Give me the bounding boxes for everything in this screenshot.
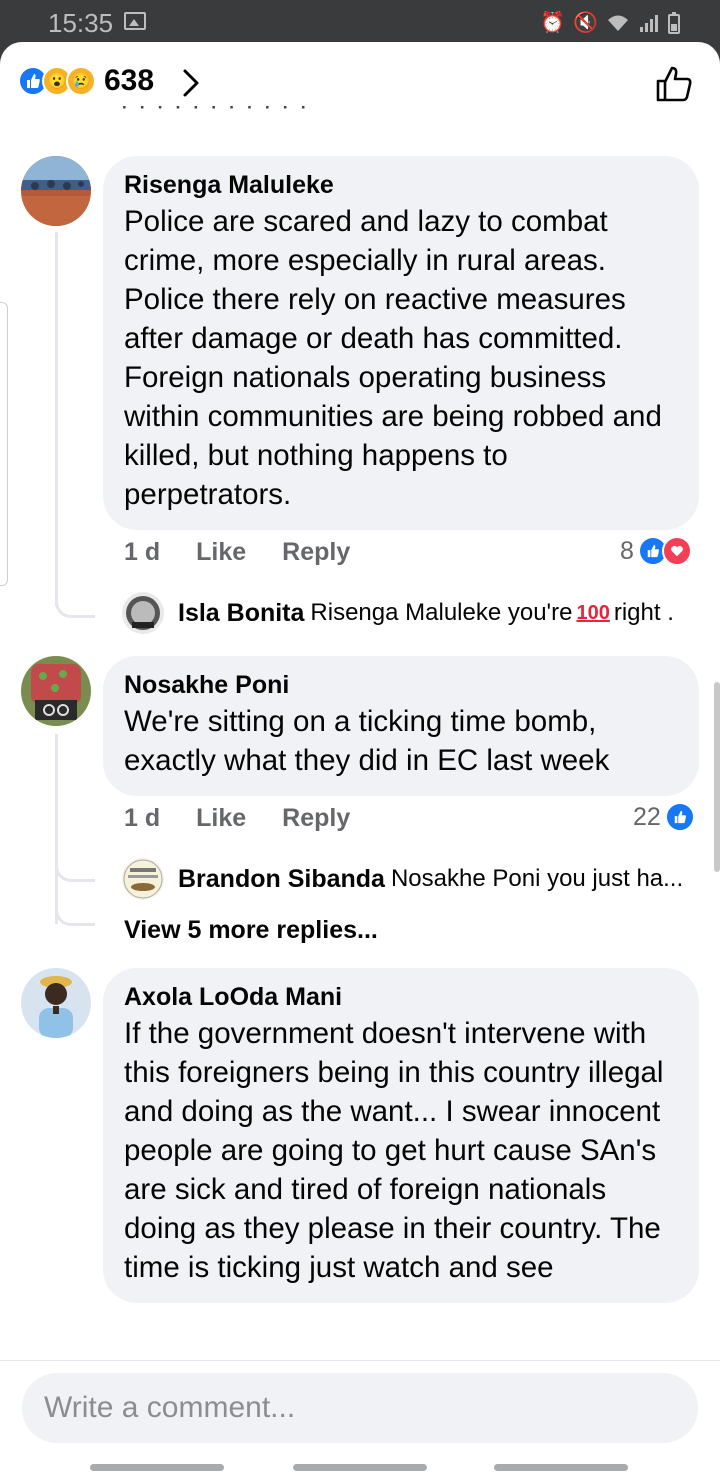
view-more-replies-link[interactable]: View 5 more replies... <box>124 916 378 945</box>
wifi-icon <box>608 15 628 31</box>
comment-text: Police are scared and lazy to combat cri… <box>124 205 662 511</box>
view-more-connector <box>55 894 95 926</box>
comment-text: If the government doesn't intervene with… <box>124 1017 664 1284</box>
nav-back-pill[interactable] <box>494 1464 628 1471</box>
comment-reaction-count: 8 <box>620 536 634 565</box>
like-outline-icon[interactable] <box>654 64 694 104</box>
like-button[interactable]: Like <box>196 538 246 567</box>
scrollbar[interactable] <box>714 682 720 872</box>
comment-actions: 1 d Like Reply <box>124 804 350 833</box>
reaction-count: 638 <box>104 64 155 97</box>
side-tab <box>0 302 8 586</box>
reply-preview[interactable]: Isla Bonita Risenga Maluleke you're 100 … <box>122 592 674 634</box>
reply-text-after: right . <box>613 599 674 626</box>
comment-author[interactable]: Nosakhe Poni <box>124 670 679 700</box>
like-button[interactable]: Like <box>196 804 246 833</box>
comment-reaction-count: 22 <box>633 802 661 831</box>
reply-author[interactable]: Isla Bonita <box>178 599 304 628</box>
comment-time[interactable]: 1 d <box>124 804 160 833</box>
reply-preview[interactable]: Brandon Sibanda Nosakhe Poni you just ha… <box>122 858 683 900</box>
reply-connector <box>55 582 95 618</box>
comment-reactions[interactable]: 8 <box>620 536 692 566</box>
chevron-right-icon[interactable] <box>180 68 202 98</box>
avatar[interactable] <box>21 656 91 726</box>
sad-reaction-icon: 😢 <box>66 66 96 96</box>
cut-off-previous-text: · · · · · · · · · · · <box>120 106 380 126</box>
status-bar: 15:35 ⏰ 🔇 <box>0 0 720 44</box>
hundred-points-emoji: 100 <box>576 601 610 624</box>
love-reaction-icon <box>661 536 692 566</box>
reply-text-before: Risenga Maluleke you're <box>310 599 573 626</box>
alarm-icon: ⏰ <box>540 12 566 34</box>
reply-connector <box>55 848 95 882</box>
comment-input-placeholder: Write a comment... <box>44 1391 296 1424</box>
system-nav-bar <box>0 1452 720 1480</box>
like-reaction-icon <box>664 802 695 832</box>
comment-bubble[interactable]: Nosakhe Poni We're sitting on a ticking … <box>103 656 699 796</box>
comment-author[interactable]: Axola LoOda Mani <box>124 982 679 1012</box>
comments-sheet: 😮 😢 638 · · · · · · · · · · · Risenga Ma… <box>0 42 720 1480</box>
reply-author[interactable]: Brandon Sibanda <box>178 865 385 894</box>
comment-author[interactable]: Risenga Maluleke <box>124 170 679 200</box>
reply-avatar[interactable] <box>122 592 164 634</box>
comment-reactions[interactable]: 22 <box>633 802 695 832</box>
image-notification-icon <box>124 12 146 30</box>
battery-icon <box>668 11 680 34</box>
nav-home-pill[interactable] <box>293 1464 427 1471</box>
thread-line <box>55 232 58 606</box>
comment-actions: 1 d Like Reply <box>124 538 350 567</box>
status-time: 15:35 <box>48 8 114 38</box>
nav-recents-pill[interactable] <box>90 1464 224 1471</box>
comment-text: We're sitting on a ticking time bomb, ex… <box>124 705 610 777</box>
mute-icon: 🔇 <box>573 12 598 34</box>
comment-bubble[interactable]: Risenga Maluleke Police are scared and l… <box>103 156 699 530</box>
comment-time[interactable]: 1 d <box>124 538 160 567</box>
reply-avatar[interactable] <box>122 858 164 900</box>
avatar[interactable] <box>21 968 91 1038</box>
signal-icon <box>640 14 658 32</box>
comment-input[interactable]: Write a comment... <box>22 1373 698 1443</box>
reply-button[interactable]: Reply <box>282 804 350 833</box>
comment-bubble[interactable]: Axola LoOda Mani If the government doesn… <box>103 968 699 1303</box>
status-icons: ⏰ 🔇 <box>540 10 680 35</box>
reply-text: Nosakhe Poni you just ha... <box>390 865 684 892</box>
reactions-summary[interactable]: 😮 😢 638 <box>18 64 154 98</box>
avatar[interactable] <box>21 156 91 226</box>
reactions-header: 😮 😢 638 · · · · · · · · · · · <box>0 42 720 126</box>
reply-button[interactable]: Reply <box>282 538 350 567</box>
